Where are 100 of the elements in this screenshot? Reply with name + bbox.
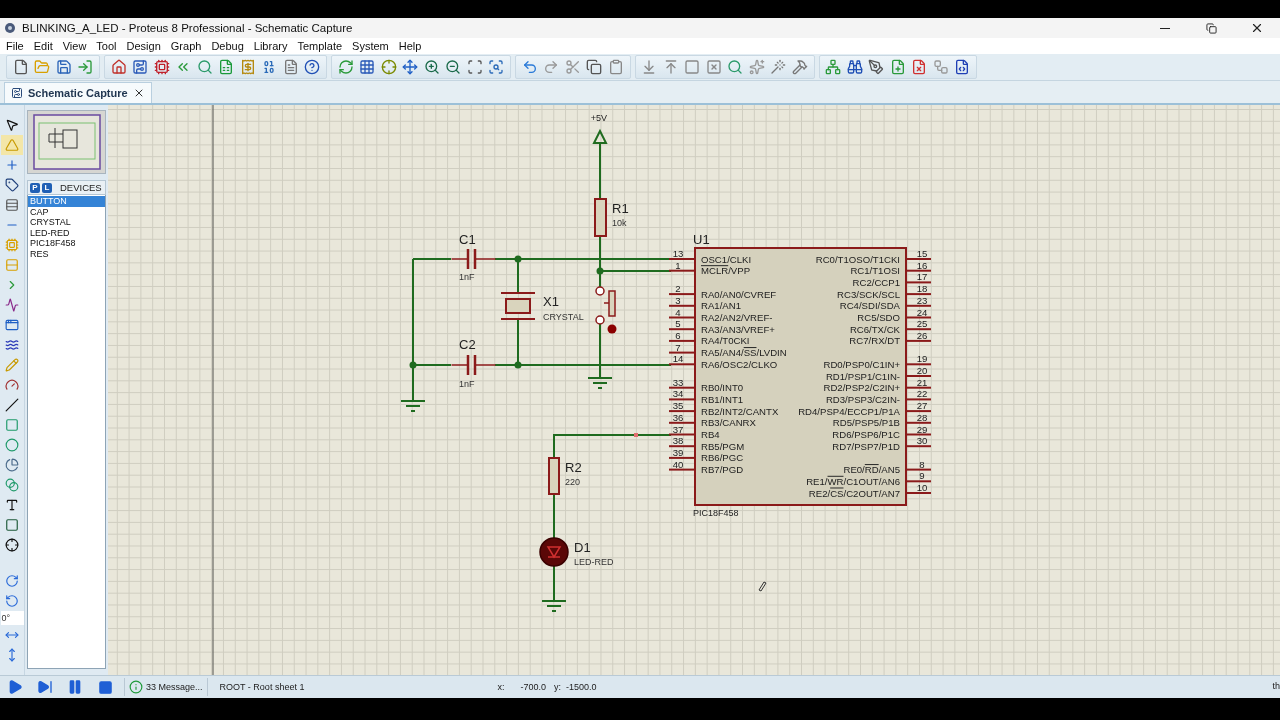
meter-icon[interactable]	[5, 378, 19, 392]
pin-lead	[668, 339, 696, 342]
pin-lead	[668, 316, 696, 319]
device-item[interactable]: CAP	[28, 206, 105, 217]
cut-icon[interactable]	[564, 59, 581, 75]
save-icon[interactable]	[55, 59, 72, 75]
pin-lead	[668, 456, 696, 459]
device-item[interactable]: BUTTON	[28, 196, 105, 207]
zoom-all-icon[interactable]	[466, 59, 483, 75]
pin-number: 5	[675, 318, 681, 330]
rotate-counterclockwise-icon[interactable]	[5, 594, 19, 608]
sheet-path: ROOT - Root sheet 1	[219, 682, 305, 692]
home-icon[interactable]	[110, 59, 127, 75]
pin-name: RB2/INT2/CANTX	[701, 405, 779, 417]
device-item[interactable]: LED-RED	[28, 227, 105, 238]
pointer-icon[interactable]	[5, 118, 19, 132]
import-icon[interactable]	[77, 59, 94, 75]
pin-number: 9	[919, 470, 925, 482]
device-item[interactable]: PIC18F458	[28, 238, 105, 249]
pin-lead	[668, 433, 696, 436]
pin-lead	[668, 386, 696, 389]
text-icon[interactable]	[5, 498, 19, 512]
pin-number: 22	[916, 388, 928, 400]
zoom-out-icon[interactable]	[445, 59, 462, 75]
zoom-in-icon[interactable]	[423, 59, 440, 75]
schematic-canvas[interactable]	[108, 105, 1280, 675]
rotation-field[interactable]: 0°	[0, 611, 24, 625]
x-coordinate: -700.0	[520, 682, 546, 692]
origin-icon[interactable]	[380, 59, 397, 75]
messages-link[interactable]: 33 Message...	[146, 682, 203, 692]
device-item[interactable]: CRYSTAL	[28, 217, 105, 228]
graph-icon[interactable]	[5, 298, 19, 312]
pin-number: 16	[916, 259, 928, 271]
pin-lead	[668, 269, 696, 272]
chip-icon[interactable]	[153, 59, 170, 75]
notes-icon[interactable]	[282, 59, 299, 75]
circle-icon[interactable]	[5, 438, 19, 452]
junction-icon[interactable]	[5, 158, 19, 172]
overview-panel[interactable]	[27, 110, 106, 174]
bill-icon[interactable]	[239, 59, 256, 75]
pin-lead	[905, 480, 932, 483]
menu-item[interactable]: Tool	[92, 40, 121, 52]
pin-number: 13	[672, 248, 684, 259]
device-item[interactable]: RES	[28, 248, 105, 259]
pin-name: RB0/INT0	[701, 382, 744, 394]
capacitor-symbol	[450, 355, 497, 375]
pin-lead	[905, 410, 932, 413]
netlist-icon[interactable]	[954, 59, 971, 75]
new-sheet-icon[interactable]	[889, 59, 906, 75]
redo-icon[interactable]	[543, 59, 560, 75]
pin-name: RB3/CANRX	[701, 417, 756, 429]
menu-item[interactable]: Design	[122, 40, 165, 52]
menu-item[interactable]: System	[348, 40, 393, 52]
paste-icon[interactable]	[607, 59, 624, 75]
pin-lead	[905, 386, 932, 389]
label-icon[interactable]	[5, 178, 19, 192]
tab[interactable]: Schematic Capture	[4, 82, 152, 103]
pin-number: 17	[916, 271, 928, 283]
pan-icon[interactable]	[402, 59, 419, 75]
power-terminal	[592, 128, 608, 144]
pin-number: 33	[672, 376, 684, 388]
pin-number: 6	[675, 329, 681, 341]
menu-item[interactable]: Library	[249, 40, 292, 52]
library-button[interactable]: P	[30, 182, 40, 193]
pin-name: RD1/PSP1/C1IN-	[825, 370, 900, 382]
marker-icon[interactable]	[5, 538, 19, 552]
pin-number: 4	[675, 306, 681, 318]
grid-icon[interactable]	[359, 59, 376, 75]
menu-item[interactable]: Edit	[29, 40, 57, 52]
capacitor-symbol	[450, 249, 497, 269]
x-label: x:	[497, 682, 505, 692]
refresh-icon[interactable]	[337, 59, 354, 75]
pin-lead	[668, 468, 696, 471]
remove-sheet-icon[interactable]	[911, 59, 928, 75]
pin-name: RC3/SCK/SCL	[837, 288, 900, 300]
menu-item[interactable]: Graph	[166, 40, 206, 52]
pin-number: 27	[916, 400, 928, 412]
rectangle-icon[interactable]	[5, 418, 19, 432]
pin-number: 1	[675, 259, 681, 271]
line-icon[interactable]	[5, 398, 19, 412]
library-button[interactable]: L	[42, 182, 52, 193]
rotate-clockwise-icon[interactable]	[5, 574, 19, 588]
menu-item[interactable]: View	[58, 40, 91, 52]
copy-icon[interactable]	[586, 59, 603, 75]
pin-lead	[905, 398, 932, 401]
arc-icon[interactable]	[5, 458, 19, 472]
pin-name: RD7/PSP7/P1D	[832, 440, 900, 452]
undo-icon[interactable]	[521, 59, 538, 75]
pin-name: RB4	[701, 429, 720, 440]
zoom-area-icon[interactable]	[488, 59, 505, 75]
schematic-icon[interactable]	[132, 59, 149, 75]
pin-name: RB7/PGD	[701, 464, 744, 476]
menu-item[interactable]: Debug	[207, 40, 248, 52]
menu-item[interactable]: Help	[394, 40, 426, 52]
menu-item[interactable]: File	[2, 40, 28, 52]
component-reference: R2	[565, 460, 582, 475]
menu-item[interactable]: Template	[293, 40, 347, 52]
new-file-icon[interactable]	[12, 59, 29, 75]
help-icon[interactable]	[304, 59, 321, 75]
component-icon[interactable]	[5, 138, 19, 152]
